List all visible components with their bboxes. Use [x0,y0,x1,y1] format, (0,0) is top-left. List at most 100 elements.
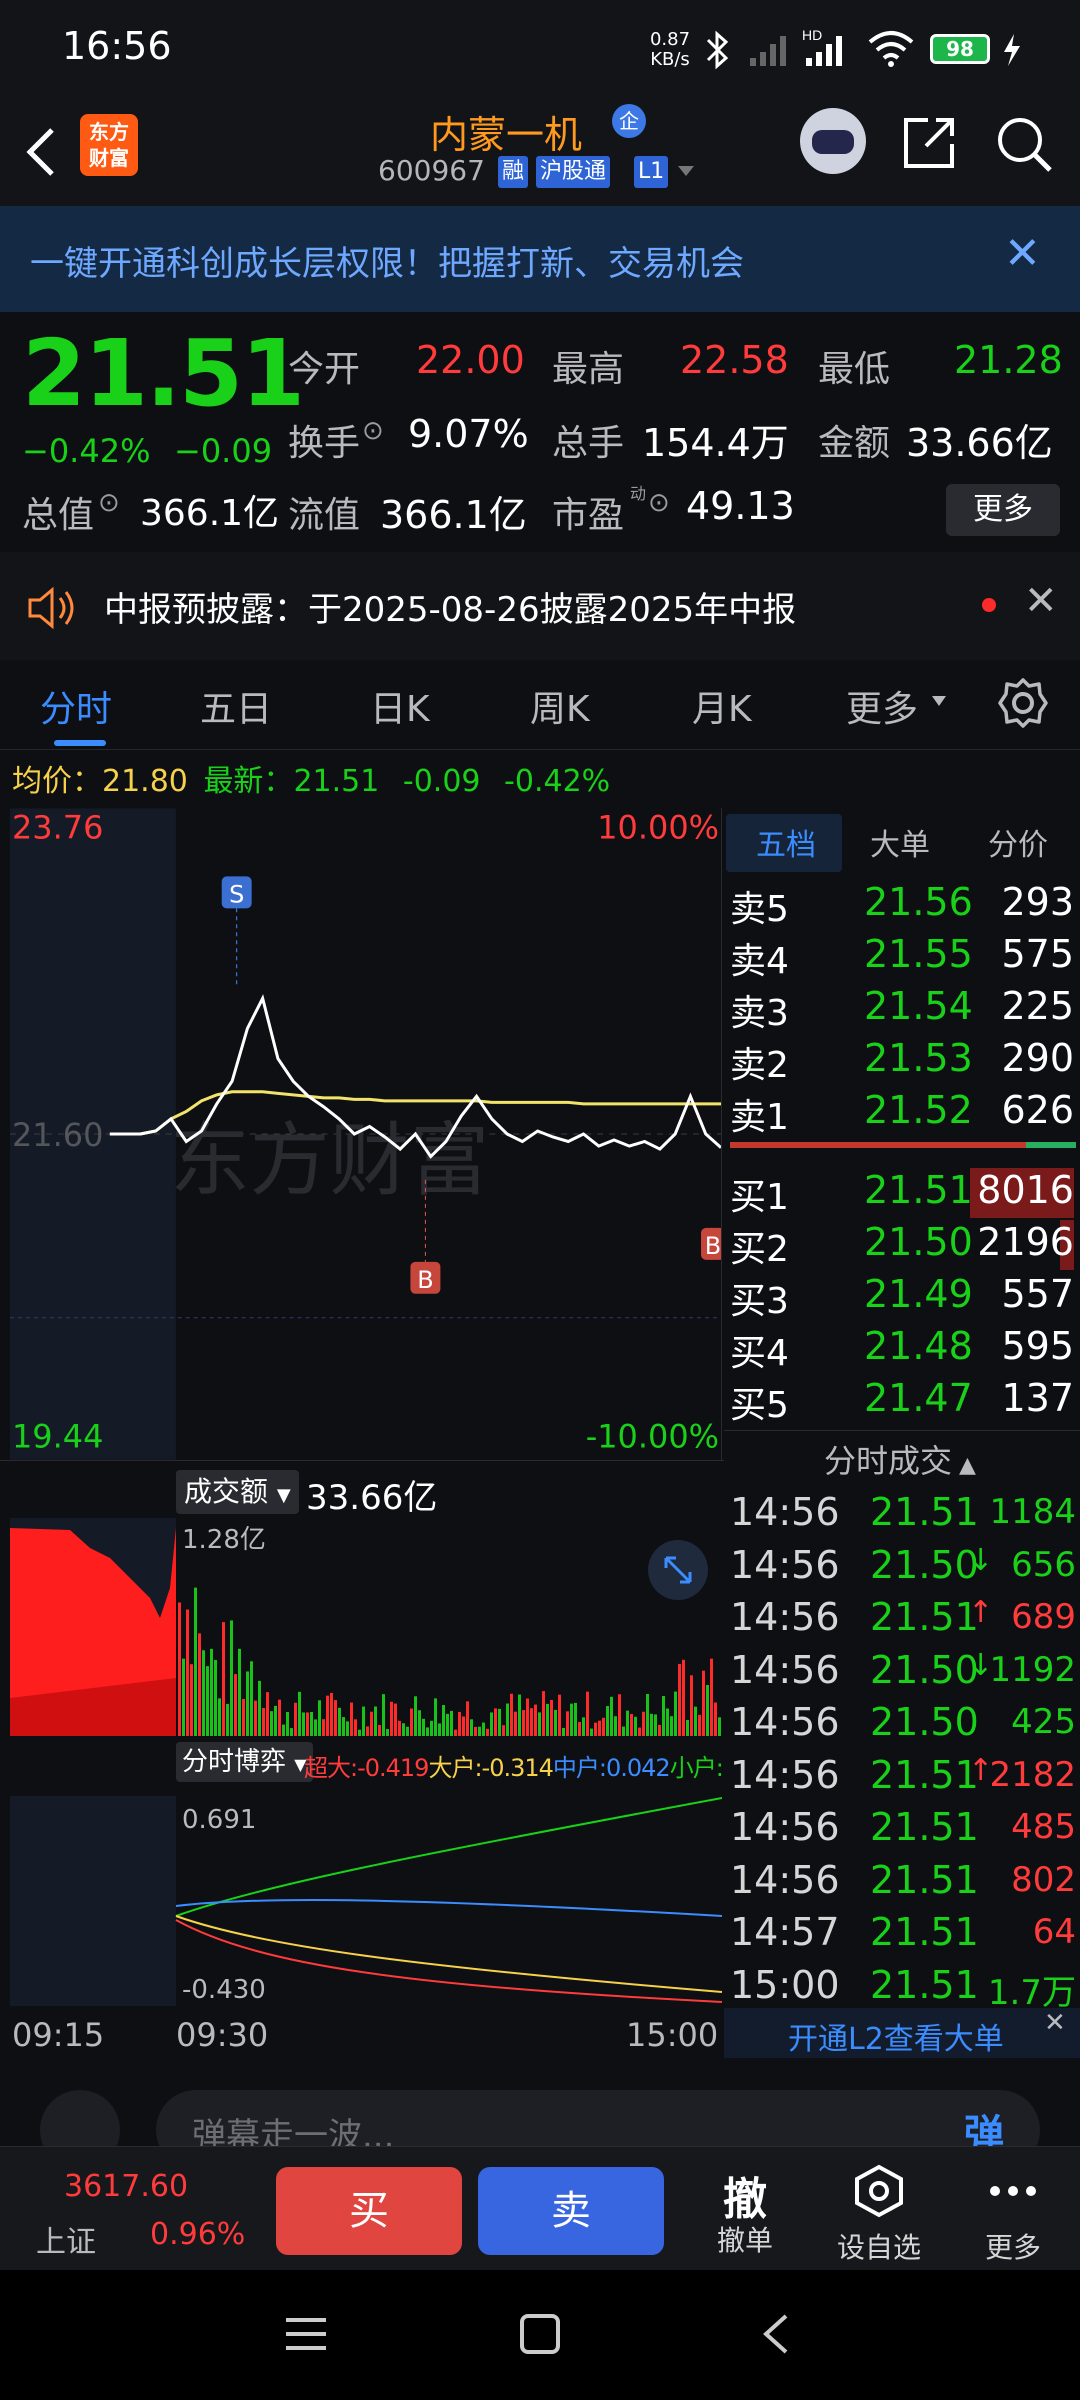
watermark: 东方财富 [170,1114,490,1207]
info-icon[interactable]: ⊙ [98,488,120,518]
chevron-down-icon[interactable] [930,694,948,708]
tab-five-day[interactable]: 五日 [200,680,272,732]
volume-bars [178,1587,721,1736]
bid-volume: 595 [1001,1324,1074,1368]
more-actions-button[interactable]: 更多 [958,2163,1068,2266]
ask-row[interactable]: 卖2 21.53 290 [730,1034,1080,1086]
buy-ratio-bar [1026,1142,1076,1148]
tab-more[interactable]: 更多 [846,680,918,732]
volume-bar [566,1711,569,1736]
bid-row[interactable]: 买1 21.51 8016 [730,1166,1080,1218]
volume-bar [390,1701,393,1736]
ask-row[interactable]: 卖4 21.55 575 [730,930,1080,982]
notice-bar[interactable]: 中报预披露：于2025-08-26披露2025年中报 ✕ [0,552,1080,660]
volume-bar [438,1723,441,1736]
volume-bar [462,1716,465,1736]
notice-text[interactable]: 中报预披露：于2025-08-26披露2025年中报 [104,582,796,631]
index-ticker[interactable]: 3617.60 上证 0.96% [0,2147,260,2271]
ticks-header-label: 分时成交 [824,1442,953,1480]
volume-bar [634,1716,637,1736]
bid-row[interactable]: 买2 21.50 2196 [730,1218,1080,1270]
tab-daily-k[interactable]: 日K [370,680,430,732]
info-icon[interactable]: ⊙ [648,488,670,518]
logo-line1: 东方 [89,120,129,144]
bid-row[interactable]: 买4 21.48 595 [730,1322,1080,1374]
flow-bottom-label: -0.430 [182,1975,266,2005]
high-value: 22.58 [680,338,789,382]
stock-code: 600967 [378,154,485,187]
close-icon[interactable]: ✕ [1024,578,1058,624]
tick-volume: 802 [1011,1859,1076,1900]
gear-icon[interactable] [996,676,1050,730]
cancel-order-button[interactable]: 撤 撤单 [690,2163,800,2259]
app-logo[interactable]: 东方 财富 [80,114,138,176]
volume-bar [210,1648,213,1736]
volume-bar [558,1694,561,1736]
back-icon[interactable] [756,2312,796,2356]
l2-promo[interactable]: 开通L2查看大单 ✕ [724,2008,1080,2058]
volume-bar [678,1663,681,1736]
ticks-header[interactable]: 分时成交 ▲ [824,1436,976,1482]
close-icon[interactable]: ✕ [1044,2008,1066,2038]
ask-row[interactable]: 卖1 21.52 626 [730,1086,1080,1138]
home-icon[interactable] [518,2312,562,2356]
pe-value: 49.13 [686,484,795,528]
change-value: −0.09 [174,432,273,470]
volume-bar [530,1708,533,1736]
volume-bar [254,1700,257,1736]
tab-intraday[interactable]: 分时 [40,680,112,732]
volume-selector[interactable]: 成交额 ▼ [176,1470,299,1514]
sell-button[interactable]: 卖 [478,2167,664,2255]
net-speed-unit: KB/s [650,49,690,70]
volume-bar [354,1719,357,1736]
buy-button[interactable]: 买 [276,2167,462,2255]
index-price: 3617.60 [64,2169,189,2204]
search-icon[interactable] [992,112,1056,176]
close-icon[interactable]: ✕ [1004,228,1041,279]
volume-bar [202,1650,205,1736]
share-icon[interactable] [900,112,960,172]
chevron-up-icon: ▲ [952,1453,976,1478]
chevron-down-icon[interactable] [676,164,696,178]
volume-bar [198,1633,201,1736]
tab-monthly-k[interactable]: 月K [692,680,752,732]
more-button[interactable]: 更多 [946,484,1060,536]
volume-chart[interactable]: 1.28亿 [10,1518,722,1736]
volume-bar [378,1724,381,1736]
ask-row[interactable]: 卖5 21.56 293 [730,878,1080,930]
tab-price-dist[interactable]: 分价 [988,820,1048,864]
flow-chart[interactable]: 0.691 -0.430 [10,1796,722,2006]
ask-label: 卖5 [730,889,789,930]
latest-label: 最新： [203,764,294,799]
info-icon[interactable]: ⊙ [362,416,384,446]
back-arrow-icon[interactable] [18,112,68,192]
bid-row[interactable]: 买5 21.47 137 [730,1374,1080,1426]
tick-price: 21.51 [870,1910,979,1954]
add-watchlist-button[interactable]: 设自选 [824,2163,934,2266]
more-dots-icon [990,2186,1036,2196]
mktcap-label: 总值 [22,495,95,536]
l2-link[interactable]: 开通L2查看大单 [788,2014,1004,2058]
connect-tag: 沪股通 [536,156,611,188]
tab-weekly-k[interactable]: 周K [530,680,590,732]
logo-line2: 财富 [89,146,129,170]
promo-banner[interactable]: 一键开通科创成长层权限！把握打新、交易机会 ✕ [0,206,1080,312]
battery-indicator: 98 [930,34,990,64]
banner-text[interactable]: 一键开通科创成长层权限！把握打新、交易机会 [30,236,744,285]
menu-icon[interactable] [284,2314,328,2354]
open-label: 今开 [288,349,361,390]
flow-selector[interactable]: 分时博弈 ▼ [176,1742,313,1782]
ask-row[interactable]: 卖3 21.54 225 [730,982,1080,1034]
tick-volume: 1192 [989,1649,1076,1690]
tab-big-orders[interactable]: 大单 [870,820,930,864]
stock-name: 内蒙一机 [430,113,583,157]
intraday-chart[interactable]: 东方财富 S B B 23.76 21.60 19.44 10.00% -10.… [10,808,722,1460]
volume-bar [694,1706,697,1736]
tab-five-levels[interactable]: 五档 [756,820,816,864]
flow-large: 大户:-0.314 [428,1754,553,1782]
ask-label: 卖2 [730,1045,789,1086]
volume-bar [406,1726,409,1736]
bid-row[interactable]: 买3 21.49 557 [730,1270,1080,1322]
bid-price: 21.47 [864,1376,973,1420]
tick-row: 14:56 21.51 1184 [730,1488,1080,1540]
